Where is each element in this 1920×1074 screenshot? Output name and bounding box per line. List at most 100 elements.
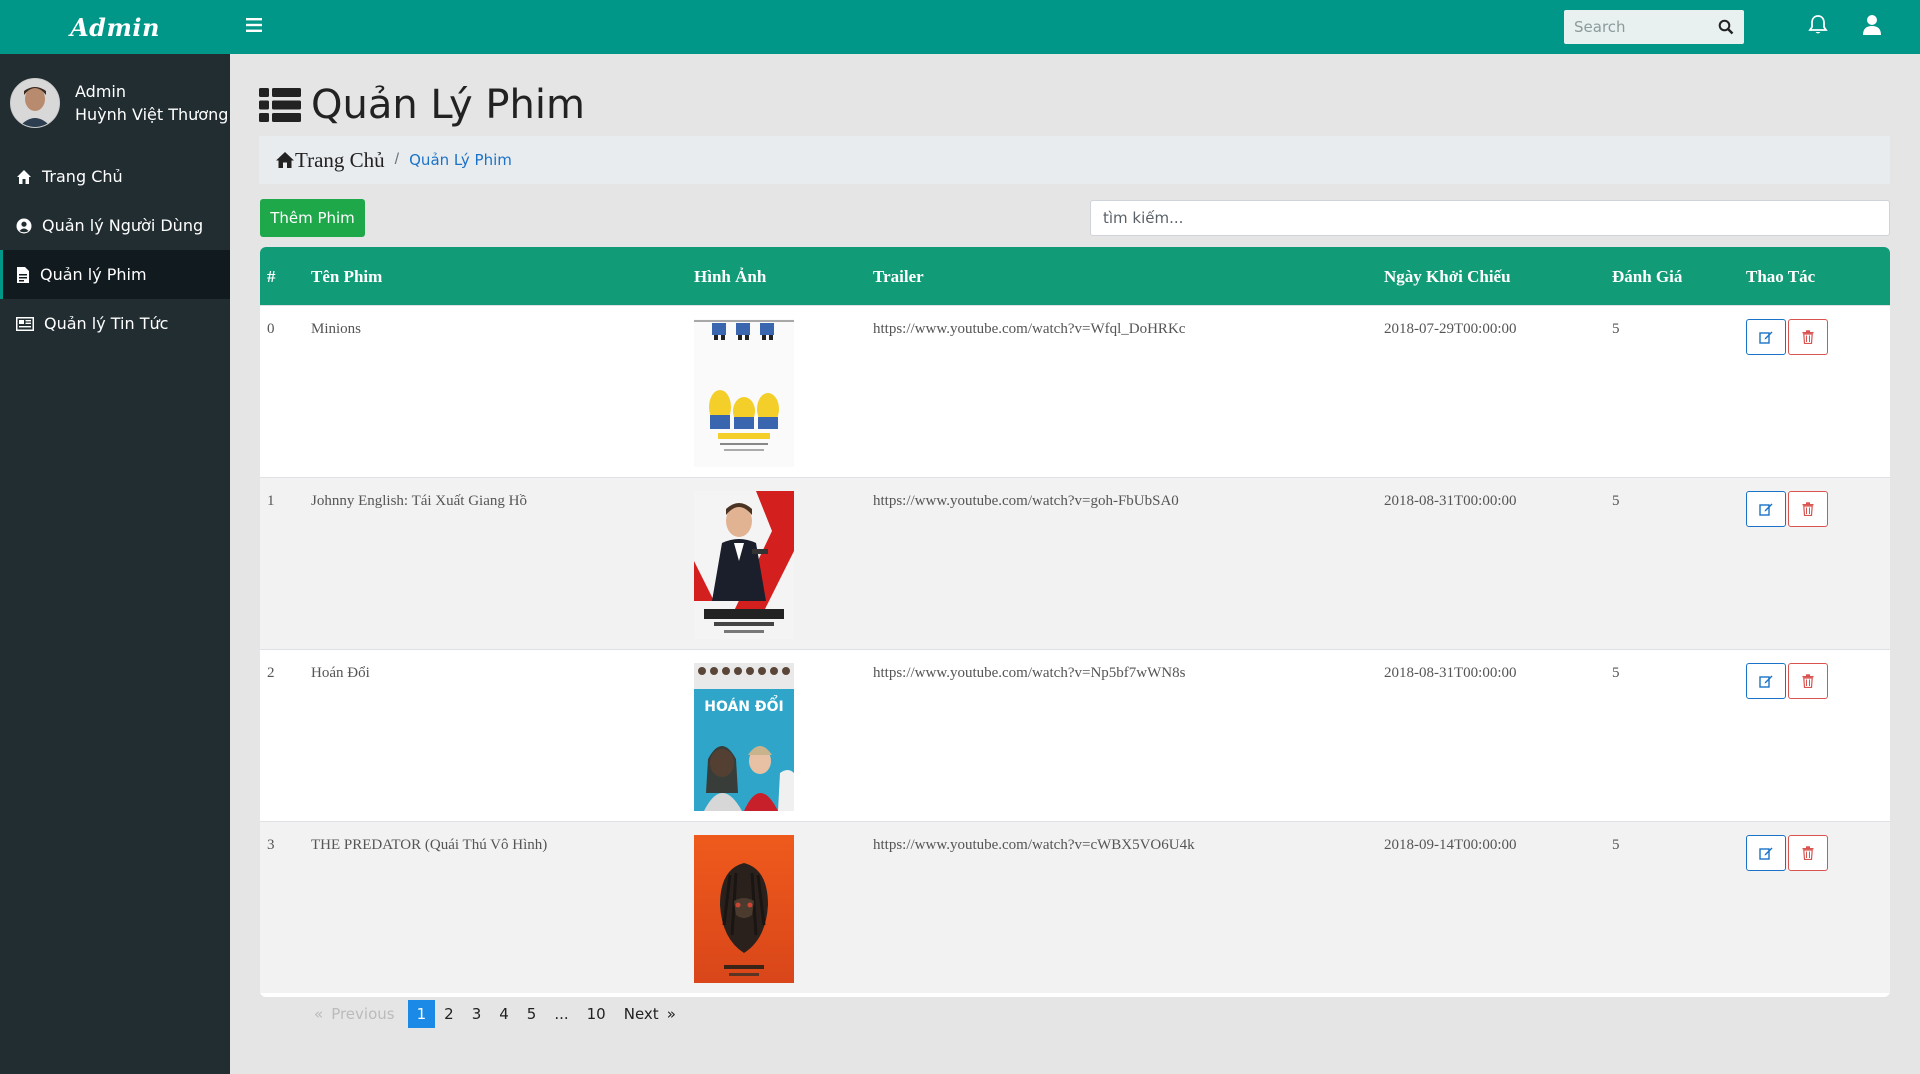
edit-icon [1759,503,1773,516]
breadcrumb-home[interactable]: Trang Chủ [275,148,385,173]
page-4[interactable]: 4 [490,1000,518,1028]
hamburger-menu-icon[interactable] [244,15,264,35]
previous-arrow: « [314,1005,324,1023]
topbar-search-input[interactable] [1564,17,1716,37]
row-index: 3 [267,837,275,853]
sidebar-item-news[interactable]: Quản lý Tin Tức [0,299,230,348]
header-index: # [267,267,276,286]
row-name: Minions [311,321,362,337]
edit-icon [1759,331,1773,344]
row-index: 0 [267,321,275,337]
edit-icon [1759,675,1773,688]
row-trailer[interactable]: https://www.youtube.com/watch?v=cWBX5VO6… [873,837,1195,854]
add-movie-button[interactable]: Thêm Phim [260,199,365,237]
row-index: 1 [267,493,275,509]
delete-button[interactable] [1788,835,1828,871]
table-row: 2 Hoán Đổi HOÁN ĐỔI https://www.youtube.… [260,649,1890,821]
edit-button[interactable] [1746,319,1786,355]
row-release-date: 2018-07-29T00:00:00 [1384,321,1517,337]
sidebar: Admin Admin Huỳnh Việt Thương Trang Chủ … [0,0,230,1074]
trash-icon [1802,674,1814,688]
trash-icon [1802,330,1814,344]
newspaper-icon [16,316,34,331]
row-trailer[interactable]: https://www.youtube.com/watch?v=Wfql_DoH… [873,321,1185,338]
table-row: 3 THE PREDATOR (Quái Thú Vô Hình) https:… [260,821,1890,993]
user-icon[interactable] [1862,14,1882,36]
search-icon[interactable] [1718,19,1734,35]
edit-icon [1759,847,1773,860]
delete-button[interactable] [1788,319,1828,355]
sidebar-item-label: Quản lý Phim [40,265,147,284]
page-1[interactable]: 1 [407,1000,436,1028]
edit-button[interactable] [1746,491,1786,527]
sidebar-item-movies[interactable]: Quản lý Phim [0,250,230,299]
breadcrumb: Trang Chủ / Quản Lý Phim [259,136,1890,184]
row-trailer[interactable]: https://www.youtube.com/watch?v=goh-FbUb… [873,493,1179,510]
page-title: Quản Lý Phim [259,82,585,128]
next-button[interactable]: Next [615,1000,663,1028]
header-name: Tên Phim [311,267,383,286]
file-icon [17,266,29,283]
page-2[interactable]: 2 [435,1000,463,1028]
page-ellipsis: ... [554,1005,569,1023]
delete-button[interactable] [1788,491,1828,527]
movie-search-input[interactable] [1090,200,1890,236]
row-trailer[interactable]: https://www.youtube.com/watch?v=Np5bf7wW… [873,665,1185,682]
brand-logo[interactable]: Admin [0,0,230,54]
edit-button[interactable] [1746,663,1786,699]
hoan-doi-poster: HOÁN ĐỔI [694,663,794,811]
row-release-date: 2018-08-31T00:00:00 [1384,665,1517,681]
page-title-text: Quản Lý Phim [311,82,585,128]
page-5[interactable]: 5 [518,1000,546,1028]
header-trailer: Trailer [873,267,924,286]
row-name: THE PREDATOR (Quái Thú Vô Hình) [311,837,548,853]
user-panel: Admin Huỳnh Việt Thương [0,54,230,152]
page-10[interactable]: 10 [578,1000,615,1028]
row-rating: 5 [1612,665,1620,681]
user-circle-icon [16,218,32,233]
row-rating: 5 [1612,837,1620,853]
johnny-english-poster [694,491,794,639]
topbar-search [1564,10,1744,44]
home-icon [17,169,31,184]
header-image: Hình Ảnh [694,267,767,286]
next-arrow[interactable]: » [663,1000,685,1028]
table-row: 0 Minions https://www.youtube.com/watch?… [260,305,1890,477]
list-icon [259,88,301,122]
row-release-date: 2018-09-14T00:00:00 [1384,837,1517,853]
movie-table: # Tên Phim Hình Ảnh Trailer Ngày Khởi Ch… [260,247,1890,997]
table-row: 1 Johnny English: Tái Xuất Giang Hồ http… [260,477,1890,649]
delete-button[interactable] [1788,663,1828,699]
topbar [230,0,1920,54]
row-name: Hoán Đổi [311,665,370,681]
avatar [10,78,60,128]
header-actions: Thao Tác [1746,267,1816,286]
sidebar-item-label: Quản lý Người Dùng [42,216,204,235]
pagination: « Previous 1 2 3 4 5 ... 10 Next » [305,1000,685,1028]
page-3[interactable]: 3 [463,1000,491,1028]
sidebar-item-home[interactable]: Trang Chủ [0,152,230,201]
sidebar-item-label: Quản lý Tin Tức [44,314,169,333]
row-index: 2 [267,665,275,681]
previous-button[interactable]: Previous [327,1000,403,1028]
user-name: Huỳnh Việt Thương [75,105,229,124]
user-role: Admin [75,82,126,101]
row-rating: 5 [1612,321,1620,337]
row-name: Johnny English: Tái Xuất Giang Hồ [311,493,527,509]
sidebar-nav: Trang Chủ Quản lý Người Dùng Quản lý Phi… [0,152,230,348]
header-release-date: Ngày Khởi Chiếu [1384,267,1511,286]
trash-icon [1802,846,1814,860]
bell-icon[interactable] [1807,14,1829,36]
sidebar-item-label: Trang Chủ [42,167,123,186]
breadcrumb-home-label: Trang Chủ [295,147,385,172]
predator-poster [694,835,794,983]
table-header: # Tên Phim Hình Ảnh Trailer Ngày Khởi Ch… [260,247,1890,305]
header-rating: Đánh Giá [1612,267,1683,286]
sidebar-item-users[interactable]: Quản lý Người Dùng [0,201,230,250]
breadcrumb-current: Quản Lý Phim [409,151,512,169]
trash-icon [1802,502,1814,516]
home-icon [276,152,294,168]
edit-button[interactable] [1746,835,1786,871]
row-release-date: 2018-08-31T00:00:00 [1384,493,1517,509]
minions-poster [694,319,794,467]
